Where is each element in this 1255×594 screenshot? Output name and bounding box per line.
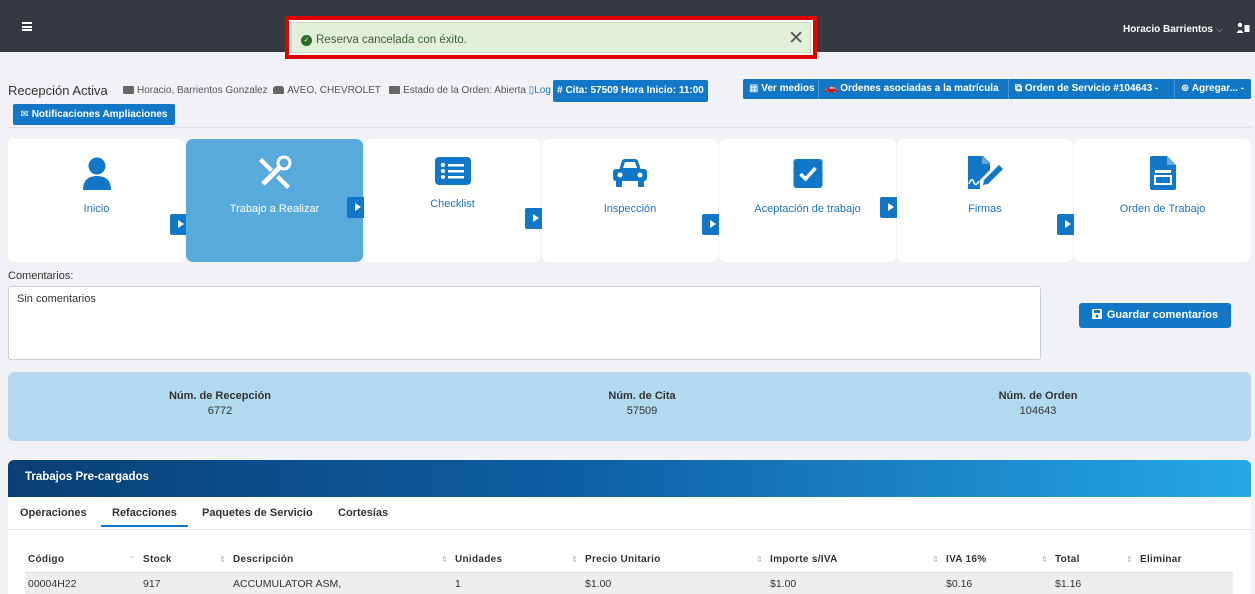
cell-descripcion: ACCUMULATOR ASM, [233, 578, 342, 590]
step-label: Inicio [83, 203, 110, 215]
step-orden-de-trabajo[interactable]: Orden de Trabajo [1074, 139, 1251, 262]
document-icon [1149, 156, 1176, 193]
menu-icon[interactable] [22, 22, 32, 31]
notifications-button[interactable]: ✉ Notificaciones Ampliaciones [13, 104, 175, 125]
col-stock[interactable]: Stock [143, 554, 172, 565]
divider [8, 127, 1251, 128]
actions-button-group: ▦ Ver medios 🚗 Ordenes asociadas a la ma… [743, 79, 1251, 99]
user-icon [82, 157, 112, 193]
reception-number: Núm. de Recepción 6772 [168, 390, 272, 417]
table-row[interactable]: 00004H22 917 ACCUMULATOR ASM, 1 $1.00 $1… [25, 572, 1233, 594]
col-iva[interactable]: IVA 16% [946, 554, 986, 565]
col-unidades[interactable]: Unidades [455, 554, 502, 565]
step-label: Trabajo a Realizar [229, 203, 320, 215]
sort-icon[interactable]: ⇕ [1126, 555, 1133, 564]
col-importe[interactable]: Importe s/IVA [770, 554, 838, 565]
sort-icon[interactable]: ⇕ [1041, 555, 1048, 564]
step-checklist[interactable]: Checklist [364, 139, 541, 262]
vehicle-info: AVEO, CHEVROLET [287, 85, 381, 96]
tab-paquetes-de-servicio[interactable]: Paquetes de Servicio [202, 507, 313, 519]
save-comments-button[interactable]: Guardar comentarios [1079, 303, 1231, 328]
sort-icon[interactable]: ⇕ [756, 555, 763, 564]
preloaded-works-card: Trabajos Pre-cargados Operaciones Refacc… [8, 460, 1251, 594]
step-aceptacion[interactable]: Aceptación de trabajo [719, 139, 896, 262]
order-status: Estado de la Orden: Abierta [403, 85, 526, 96]
user-book-icon[interactable] [1236, 22, 1250, 37]
cell-total: $1.16 [1055, 578, 1082, 590]
ordenes-asociadas-button[interactable]: 🚗 Ordenes asociadas a la matrícula [819, 79, 1009, 99]
toast-message: Reserva cancelada con éxito. [316, 34, 467, 46]
tools-icon [257, 155, 293, 194]
col-eliminar[interactable]: Eliminar [1140, 554, 1182, 565]
sort-asc-icon[interactable]: ⌃ [129, 555, 136, 564]
comments-textarea[interactable]: Sin comentarios [8, 286, 1041, 360]
summary-numbers-panel: Núm. de Recepción 6772 Núm. de Cita 57509 … [8, 372, 1251, 441]
col-total[interactable]: Total [1055, 554, 1080, 565]
reception-info: Horacio, Barrientos Gonzalez AVEO, CHEVR… [123, 85, 551, 96]
step-label: Aceptación de trabajo [754, 203, 861, 215]
sort-icon[interactable]: ⇕ [571, 555, 578, 564]
cell-precio-unitario: $1.00 [585, 578, 612, 590]
step-label: Firmas [968, 203, 1002, 215]
close-icon[interactable]: ✕ [788, 27, 804, 50]
save-icon [1091, 309, 1102, 319]
signature-icon [966, 156, 1004, 193]
cita-button[interactable]: # Cita: 57509 Hora Inicio: 11:00 [553, 80, 708, 102]
check-square-icon [793, 159, 822, 191]
cell-unidades: 1 [455, 578, 461, 590]
tab-cortesias[interactable]: Cortesías [338, 507, 388, 519]
sort-icon[interactable]: ⇕ [441, 555, 448, 564]
cell-importe: $1.00 [770, 578, 797, 590]
col-codigo[interactable]: Código [28, 554, 64, 565]
card-title: Trabajos Pre-cargados [25, 471, 149, 483]
car-icon [273, 86, 285, 94]
check-circle-icon: ✓ [301, 35, 312, 46]
cell-iva: $0.16 [946, 578, 973, 590]
customer-name: Horacio, Barrientos Gonzalez [137, 85, 268, 96]
car-icon [613, 158, 647, 190]
workflow-steps: Inicio Trabajo a Realizar Checklist Insp… [8, 139, 1251, 262]
step-inspeccion[interactable]: Inspección [542, 139, 718, 262]
sort-icon[interactable]: ⇕ [932, 555, 939, 564]
list-icon [434, 157, 471, 188]
table-header: Código ⌃ Stock ⇕ Descripción ⇕ Unidades … [25, 554, 1233, 572]
col-descripcion[interactable]: Descripción [233, 554, 294, 565]
step-label: Orden de Trabajo [1119, 203, 1206, 215]
cell-codigo: 00004H22 [28, 578, 77, 590]
order-number: Núm. de Orden 104643 [998, 390, 1078, 417]
chevron-down-icon[interactable]: ⌵ [1216, 24, 1223, 35]
tab-operaciones[interactable]: Operaciones [20, 507, 87, 519]
toast-highlight: ✓ Reserva cancelada con éxito. ✕ [285, 16, 817, 59]
appointment-number: Núm. de Cita 57509 [608, 390, 676, 417]
tab-bar: Operaciones Refacciones Paquetes de Serv… [8, 504, 1251, 530]
ver-medios-button[interactable]: ▦ Ver medios [743, 79, 819, 99]
folder-icon [389, 86, 401, 94]
page-title: Recepción Activa [8, 83, 108, 98]
agregar-dropdown[interactable]: ⊕ Agregar... - [1175, 79, 1251, 99]
step-trabajo-a-realizar[interactable]: Trabajo a Realizar [186, 139, 363, 262]
step-firmas[interactable]: Firmas [897, 139, 1073, 262]
col-precio-unitario[interactable]: Precio Unitario [585, 554, 661, 565]
step-inicio[interactable]: Inicio [8, 139, 185, 262]
success-toast: ✓ Reserva cancelada con éxito. ✕ [291, 22, 811, 53]
id-card-icon [123, 86, 134, 94]
orden-servicio-dropdown[interactable]: ⧉ Orden de Servicio #104643 - [1009, 79, 1175, 99]
cell-stock: 917 [143, 578, 161, 590]
card-header: Trabajos Pre-cargados [8, 460, 1251, 497]
step-label: Inspección [603, 203, 657, 215]
user-menu[interactable]: Horacio Barrientos [1123, 24, 1213, 35]
sort-icon[interactable]: ⇕ [219, 555, 226, 564]
step-label: Checklist [430, 198, 475, 210]
log-link[interactable]: ▯Log [529, 85, 551, 96]
comments-label: Comentarios: [8, 270, 74, 282]
tab-refacciones[interactable]: Refacciones [101, 507, 188, 527]
